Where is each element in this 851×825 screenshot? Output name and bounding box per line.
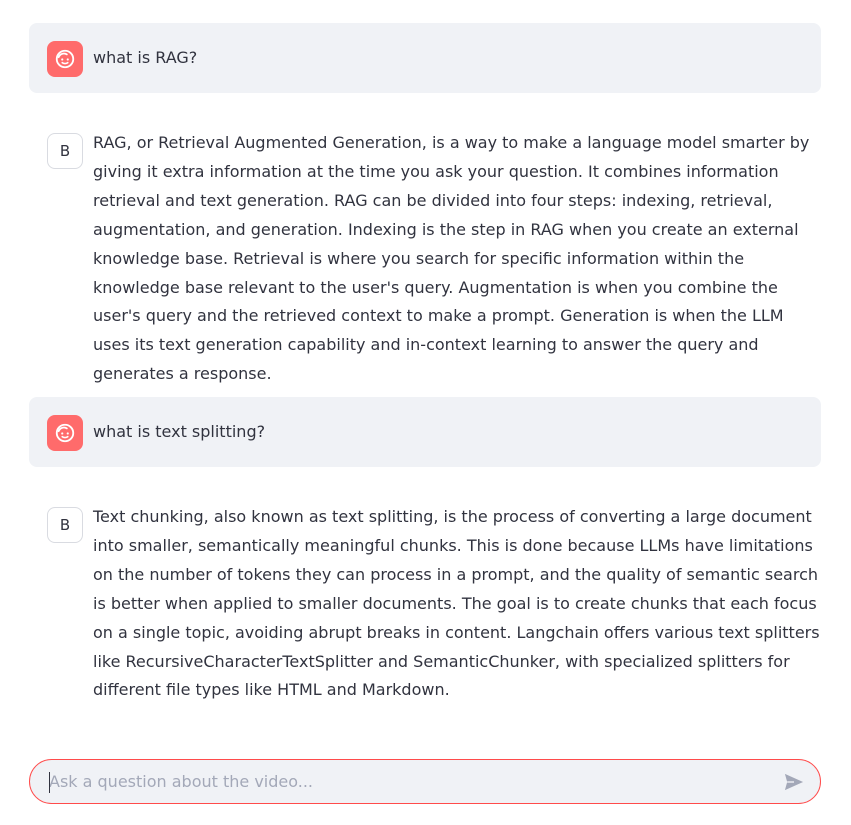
smiling-face-icon xyxy=(55,49,75,69)
user-avatar xyxy=(47,41,83,77)
assistant-avatar: B xyxy=(47,507,83,543)
smiling-face-icon xyxy=(55,423,75,443)
user-avatar xyxy=(47,415,83,451)
assistant-avatar: B xyxy=(47,133,83,169)
chat-input[interactable] xyxy=(30,759,776,804)
chat-input-container xyxy=(29,759,821,804)
message-text: what is text splitting? xyxy=(93,422,266,441)
assistant-message: B RAG, or Retrieval Augmented Generation… xyxy=(29,133,821,389)
send-button[interactable] xyxy=(776,764,812,800)
text-cursor xyxy=(49,772,50,793)
assistant-message: B Text chunking, also known as text spli… xyxy=(29,507,821,705)
message-text: Text chunking, also known as text splitt… xyxy=(93,507,820,700)
message-text: RAG, or Retrieval Augmented Generation, … xyxy=(93,133,810,384)
message-text: what is RAG? xyxy=(93,48,198,67)
user-message: what is RAG? xyxy=(29,23,821,93)
user-message: what is text splitting? xyxy=(29,397,821,467)
send-arrow-icon xyxy=(784,773,804,790)
